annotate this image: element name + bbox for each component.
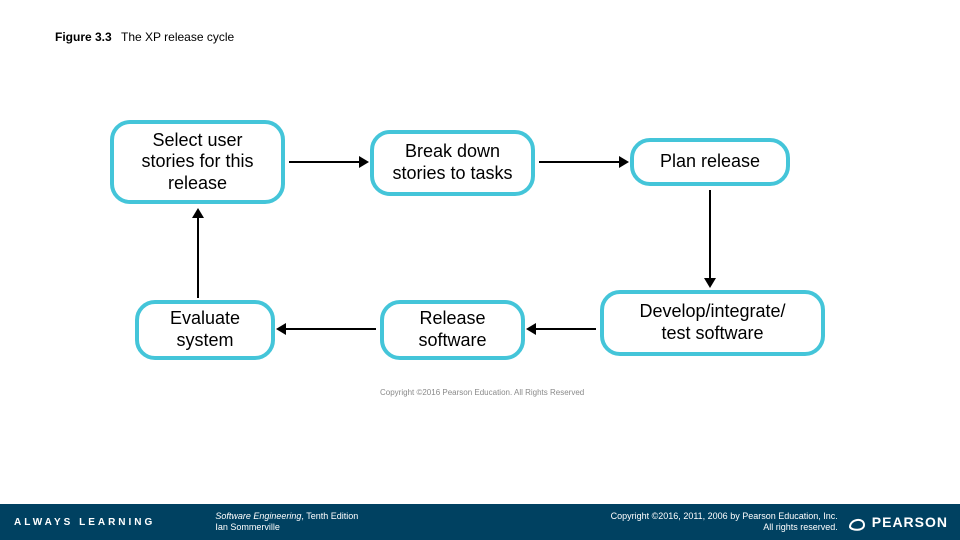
arrowhead-break-to-plan <box>619 156 629 168</box>
book-line1: Software Engineering, Tenth Edition <box>215 511 358 522</box>
node-plan-release: Plan release <box>630 138 790 186</box>
arrowhead-develop-to-release <box>526 323 536 335</box>
pearson-swoosh-icon <box>846 511 868 533</box>
book-author: Ian Sommerville <box>215 522 358 533</box>
arrow-break-to-plan <box>539 161 621 163</box>
diagram-canvas: Select userstories for thisrelease Break… <box>110 100 850 400</box>
figure-title: The XP release cycle <box>121 30 234 44</box>
node-evaluate-system: Evaluatesystem <box>135 300 275 360</box>
pearson-logo: PEARSON <box>846 511 960 533</box>
always-learning-label: ALWAYS LEARNING <box>14 517 155 528</box>
arrow-plan-to-develop <box>709 190 711 280</box>
node-develop-integrate-test: Develop/integrate/test software <box>600 290 825 356</box>
book-info: Software Engineering, Tenth Edition Ian … <box>215 511 358 533</box>
book-edition: , Tenth Edition <box>301 511 358 521</box>
node-select-stories: Select userstories for thisrelease <box>110 120 285 204</box>
arrow-develop-to-release <box>534 328 596 330</box>
arrowhead-release-to-evaluate <box>276 323 286 335</box>
figure-number: Figure 3.3 <box>55 30 112 44</box>
pearson-brand: PEARSON <box>872 514 948 530</box>
arrow-select-to-break <box>289 161 361 163</box>
copyright-line2: All rights reserved. <box>611 522 838 533</box>
node-release-software: Releasesoftware <box>380 300 525 360</box>
footer-copyright: Copyright ©2016, 2011, 2006 by Pearson E… <box>611 511 846 533</box>
arrow-release-to-evaluate <box>284 328 376 330</box>
node-break-down: Break downstories to tasks <box>370 130 535 196</box>
arrowhead-select-to-break <box>359 156 369 168</box>
arrow-evaluate-to-select <box>197 218 199 298</box>
arrowhead-evaluate-to-select <box>192 208 204 218</box>
book-title: Software Engineering <box>215 511 301 521</box>
figure-caption: Figure 3.3 The XP release cycle <box>55 30 234 44</box>
inner-copyright: Copyright ©2016 Pearson Education. All R… <box>380 388 584 397</box>
arrowhead-plan-to-develop <box>704 278 716 288</box>
footer-bar: ALWAYS LEARNING Software Engineering, Te… <box>0 504 960 540</box>
copyright-line1: Copyright ©2016, 2011, 2006 by Pearson E… <box>611 511 838 522</box>
